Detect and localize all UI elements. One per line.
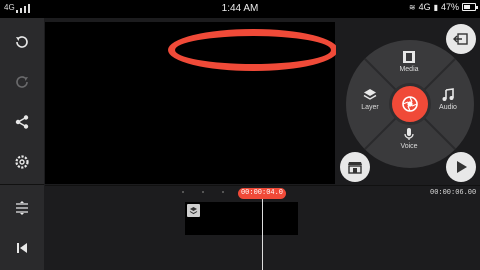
battery-level: 47%: [440, 2, 459, 12]
camera-shutter-icon: [402, 96, 418, 112]
redo-icon: [16, 76, 28, 88]
wifi-icon: ≋: [408, 2, 416, 12]
signal-bars-icon: ▮: [433, 2, 438, 12]
clip-type-icon: [187, 204, 200, 217]
store-icon: [348, 162, 362, 174]
wheel-item-label: Media: [399, 66, 419, 73]
left-toolbar: [0, 18, 44, 270]
share-button[interactable]: [4, 104, 40, 140]
film-icon: [403, 51, 415, 63]
skip-to-start-button[interactable]: [4, 230, 40, 266]
exit-project-button[interactable]: [446, 24, 476, 54]
current-time-badge: 00:00:04.0: [238, 188, 286, 199]
skip-to-start-icon: [17, 243, 27, 253]
total-duration: 00:00:06.00: [430, 189, 477, 197]
right-network-type: 4G: [418, 2, 431, 12]
playhead[interactable]: [262, 199, 263, 270]
layers-icon: [363, 89, 377, 100]
share-icon: [15, 115, 29, 129]
exit-icon: [453, 33, 468, 45]
settings-icon: [15, 155, 29, 169]
wheel-item-audio[interactable]: Audio: [428, 88, 468, 111]
status-icons: ≋ 4G ▮ 47%: [408, 2, 478, 12]
wheel-item-label: Voice: [400, 143, 418, 150]
wheel-item-voice[interactable]: Voice: [389, 127, 429, 150]
highlight-ellipse-annotation: [168, 29, 338, 71]
timeline-clip[interactable]: [185, 202, 298, 235]
music-note-icon: [442, 88, 454, 101]
wheel-item-label: Audio: [439, 104, 457, 111]
wheel-item-layer[interactable]: Layer: [350, 88, 390, 111]
undo-button[interactable]: [4, 24, 40, 60]
wheel-item-label: Layer: [361, 104, 379, 111]
battery-icon: [462, 3, 478, 11]
play-button[interactable]: [446, 152, 476, 182]
status-bar: 4G 1:44 AM ≋ 4G ▮ 47%: [0, 0, 480, 18]
play-icon: [457, 161, 467, 173]
asset-store-button[interactable]: [340, 152, 370, 182]
wheel-item-media[interactable]: Media: [389, 50, 429, 73]
timeline-adjust-button[interactable]: [4, 190, 40, 226]
timeline-adjust-icon: [16, 201, 28, 215]
redo-button[interactable]: [4, 64, 40, 100]
microphone-icon: [404, 128, 414, 140]
record-capture-button[interactable]: [389, 83, 431, 125]
undo-icon: [16, 36, 28, 48]
settings-button[interactable]: [4, 144, 40, 180]
